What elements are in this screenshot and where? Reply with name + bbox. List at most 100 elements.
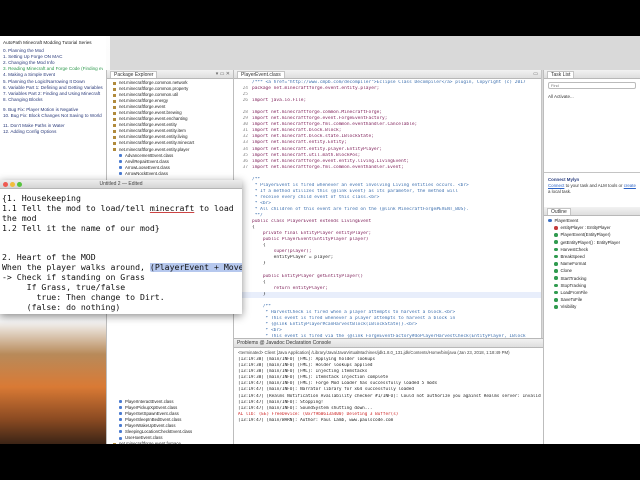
code-text: import net.minecraftforge.fml.common.eve…: [252, 164, 404, 170]
outline-tabbar: Outline: [544, 207, 640, 216]
note-text: to load: [194, 203, 234, 213]
outline-tree: PlayerEvent entityPlayer : EntityPlayer Pl…: [544, 216, 640, 312]
note-selection: (PlayerEvent + Move): [149, 263, 242, 273]
outline-item-label: Clone: [560, 268, 572, 274]
text-editor-title: Untitled 2 — Edited: [99, 181, 143, 187]
outline-item[interactable]: SaveToFile: [546, 296, 638, 303]
outline-tab[interactable]: Outline: [547, 208, 571, 215]
editor-tab-playerevent[interactable]: PlayerEvent.class: [237, 71, 285, 78]
screen: AutoPath Minecraft Modding Tutorial Seri…: [0, 0, 640, 480]
editor-maximize-icon[interactable]: ▭: [533, 70, 538, 78]
outline-member-icon: [554, 305, 558, 309]
window-controls: [3, 182, 22, 187]
outline-item-label: BreakSpeed: [560, 254, 585, 260]
note-line: If Grass, true/false: [2, 283, 126, 293]
close-window-button[interactable]: [3, 182, 8, 187]
minimize-window-button[interactable]: [10, 182, 15, 187]
top-letterbox: [0, 0, 640, 36]
outline-item[interactable]: StopTracking: [546, 282, 638, 289]
outline-member-icon: [554, 240, 558, 244]
task-list-tabbar: Task List: [544, 70, 640, 79]
outline-item-label: Visibility: [560, 304, 577, 310]
outline-member-icon: [554, 298, 558, 302]
console-panel: Problems @ Javadoc Declaration Console <…: [234, 338, 543, 444]
outline-item[interactable]: LoadFromFile: [546, 289, 638, 296]
note-line: (false: do nothing): [2, 302, 121, 312]
outline-item-label: entityPlayer : EntityPlayer: [560, 225, 611, 231]
tutorial-item: 12. Adding Config Options: [3, 129, 57, 135]
tutorial-item: 7. Variables Part 2: Finding and Using M…: [3, 90, 101, 96]
note-misspelled-word: minecraft: [149, 203, 195, 213]
code-text: import java.io.File;: [252, 98, 307, 104]
outline-item[interactable]: entityPlayer : EntityPlayer: [546, 224, 638, 231]
mylyn-text: Connect to your task and ALM tools or cr…: [548, 183, 636, 195]
outline-item-label: PlayerEvent: [554, 218, 579, 223]
console-line: [13:19:47] [main/WARN]: Author: Paul Lam…: [238, 417, 394, 423]
note-line: 1.1 Tell the mod to load/tell minecraft …: [2, 204, 242, 214]
code-text: package net.minecraftforge.event.entity.…: [252, 86, 380, 92]
console-line: [13:19:47] [Realms Notification Availabi…: [238, 393, 543, 399]
outline-item[interactable]: PlayerEvent(EntityPlayer): [546, 231, 638, 238]
code-editor[interactable]: PlayerEvent.class ▭ /*** <a href="http:/…: [234, 70, 542, 338]
note-line: [2, 243, 242, 253]
view-menu-icon[interactable]: ▾ ▭ ✕: [216, 70, 230, 78]
code-text: }: [252, 261, 266, 267]
code-text: }: [252, 291, 266, 297]
outline-item-label: PlayerEvent(EntityPlayer): [560, 232, 611, 238]
package-explorer-tabbar: Package Explorer ▾ ▭ ✕: [107, 70, 233, 79]
console-tabbar: Problems @ Javadoc Declaration Console: [234, 339, 543, 348]
outline-member-icon: [548, 218, 552, 223]
console-launch-path: <terminated> Client [Java Application] /…: [238, 350, 510, 355]
outline-member-icon: [554, 269, 558, 273]
outline-item-label: NameFormat: [560, 261, 587, 267]
editor-tabbar: PlayerEvent.class ▭: [234, 70, 541, 79]
outline-item-label: getEntityPlayer() : EntityPlayer: [560, 239, 621, 245]
outline-item[interactable]: Visibility: [546, 303, 638, 310]
outline-item-label: StopTracking: [560, 282, 587, 288]
note-text: When the player walks around,: [2, 263, 150, 273]
tutorial-list: 0. Planning the Mod 1. Setting Up Forge O…: [3, 48, 103, 135]
note-line: [2, 234, 242, 244]
note-line: {1. Housekeeping: [2, 194, 81, 203]
outline-item[interactable]: Clone: [546, 267, 638, 274]
tutorial-title: AutoPath Minecraft Modding Tutorial Seri…: [3, 40, 92, 45]
text-editor-window: Untitled 2 — Edited {1. Housekeeping 1.1…: [0, 180, 242, 314]
outline-member-icon: [554, 283, 558, 288]
zoom-window-button[interactable]: [17, 182, 22, 187]
outline-item[interactable]: PlayerEvent: [546, 217, 638, 224]
task-filter-buttons[interactable]: All Activate...: [544, 92, 640, 101]
task-list-panel: Task List Find All Activate...: [543, 70, 640, 172]
console-output: [13:19:38] [main/INFO] [FML]: Applying h…: [234, 357, 543, 424]
tutorial-item: 6. Variable Part 1: Defining and Getting…: [3, 84, 103, 90]
note-line: the mod: [2, 213, 37, 223]
code-text: public EntityPlayer getEntityPlayer(): [252, 273, 364, 279]
outline-item[interactable]: getEntityPlayer() : EntityPlayer: [546, 239, 638, 246]
text-editor-content[interactable]: {1. Housekeeping 1.1 Tell the mod to loa…: [0, 189, 242, 313]
note-line: -> Check if standing on Grass: [2, 273, 145, 283]
text-editor-titlebar[interactable]: Untitled 2 — Edited: [0, 180, 242, 189]
outline-item[interactable]: NameFormat: [546, 260, 638, 267]
code-text: public PlayerEvent(EntityPlayer player): [252, 237, 369, 243]
note-line: When the player walks around, (PlayerEve…: [2, 263, 242, 273]
mylyn-connect-link[interactable]: Connect: [548, 183, 564, 188]
console-tabs[interactable]: Problems @ Javadoc Declaration Console: [237, 340, 331, 346]
outline-member-icon: [554, 276, 558, 280]
outline-item-label: HarvestCheck: [560, 246, 589, 252]
outline-panel: Outline PlayerEvent entityPlayer : Entity…: [543, 207, 640, 444]
note-line: 1.2 Tell it the name of our mod}: [2, 223, 160, 233]
task-list-tab[interactable]: Task List: [547, 71, 575, 78]
code-lines: /*** <a href="http://www.cmpb.com/decomp…: [234, 79, 541, 338]
outline-member-icon: [554, 233, 558, 237]
outline-item[interactable]: StartTracking: [546, 275, 638, 282]
connect-mylyn-panel: Connect Mylyn Connect to your task and A…: [543, 172, 640, 207]
mylyn-create-link[interactable]: create: [624, 183, 636, 188]
package-explorer-tab[interactable]: Package Explorer: [110, 71, 158, 78]
class-file-item[interactable]: ArrowNockEvent.class: [109, 171, 231, 177]
outline-item[interactable]: HarvestCheck: [546, 246, 638, 253]
outline-item[interactable]: BreakSpeed: [546, 253, 638, 260]
outline-item-label: LoadFromFile: [560, 290, 588, 296]
mylyn-create-text: a local task.: [548, 189, 572, 194]
outline-member-icon: [554, 290, 558, 295]
task-find-input[interactable]: Find: [548, 82, 636, 89]
note-line: true: Then change to Dirt.: [2, 292, 165, 302]
